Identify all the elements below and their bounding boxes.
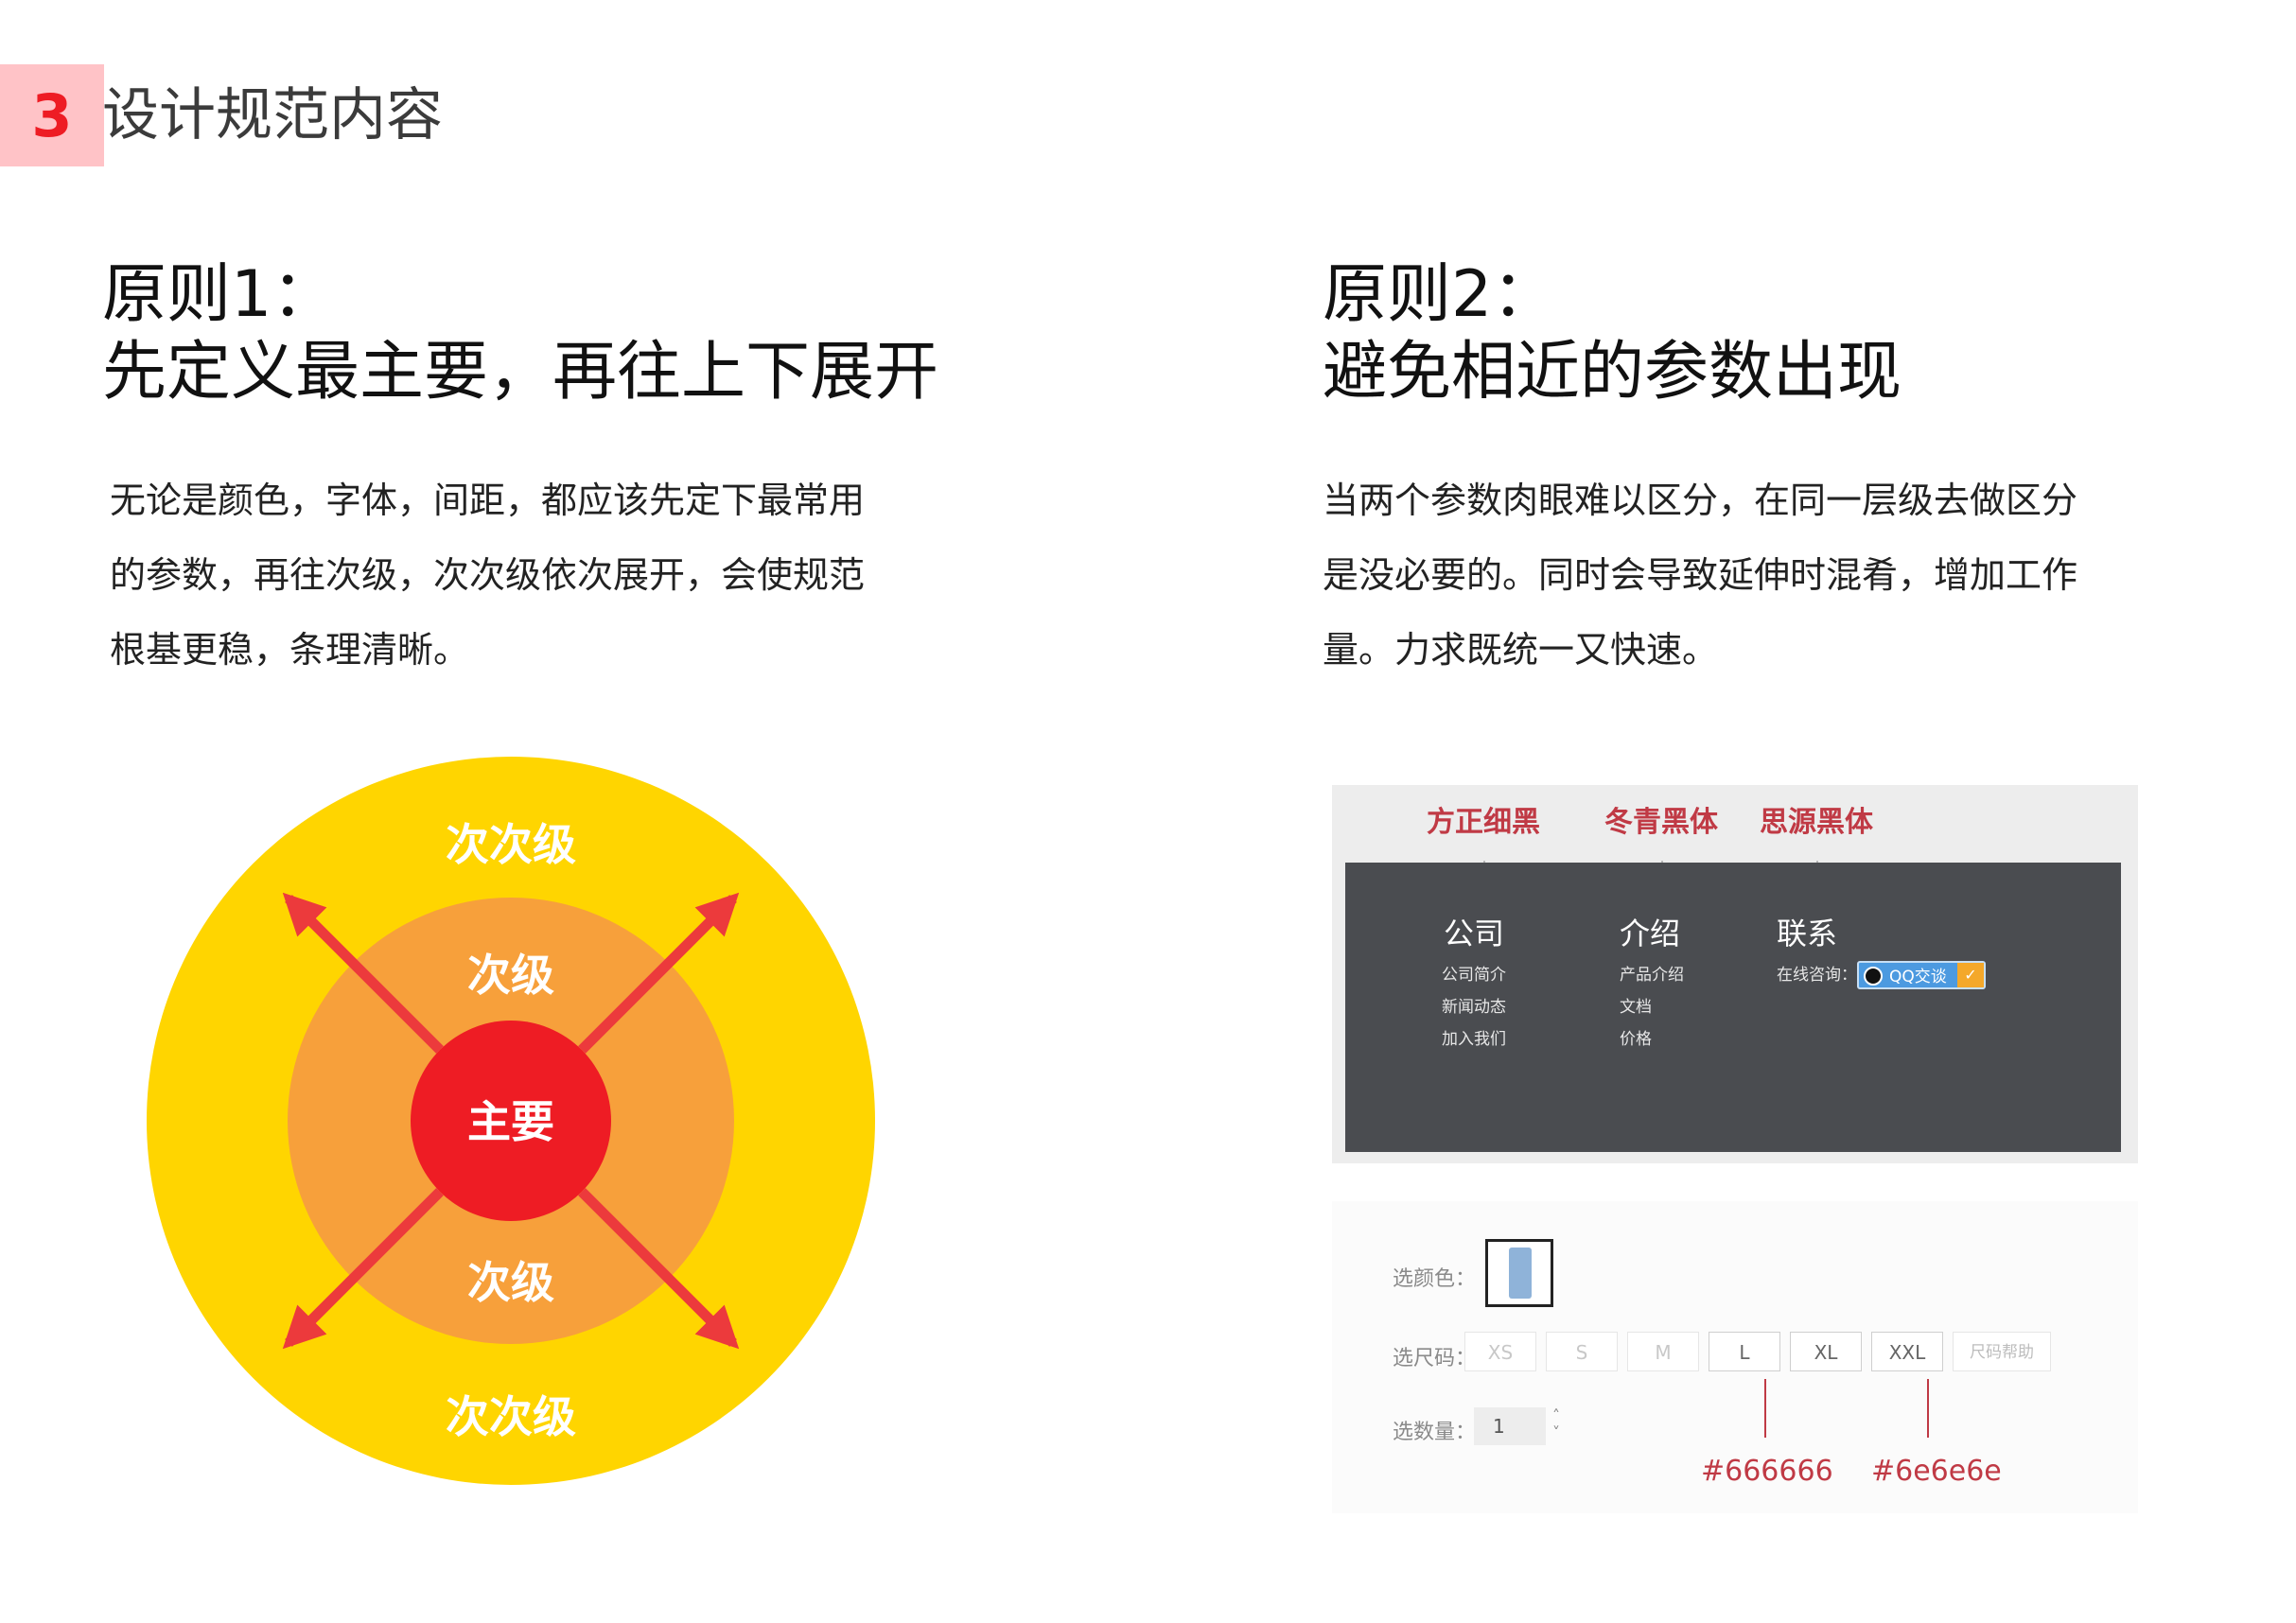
- label-center: 主要: [467, 1096, 554, 1147]
- pointer-line: [1764, 1379, 1766, 1438]
- principle2-title: 避免相近的参数出现: [1323, 335, 1902, 410]
- hex-label: #6e6e6e: [1871, 1455, 2002, 1488]
- product-options-mock: 选颜色： 选尺码： XS S M L XL XXL 尺码帮助 选数量： 1 ˄ …: [1332, 1201, 2138, 1513]
- priority-diagram: 次次级 次级 主要 次级 次次级: [147, 757, 875, 1485]
- qq-chat-label: QQ交谈: [1889, 968, 1947, 986]
- pointer-line: [1927, 1379, 1929, 1438]
- qq-chat-button[interactable]: QQ交谈 ✓: [1857, 961, 1986, 989]
- footer-link[interactable]: 公司简介: [1442, 961, 1506, 985]
- chevron-up-icon[interactable]: ˄: [1546, 1407, 1567, 1424]
- size-help-button[interactable]: 尺码帮助: [1953, 1332, 2051, 1371]
- principle2-paragraph: 当两个参数肉眼难以区分，在同一层级去做区分 是没必要的。同时会导致延伸时混肴，增…: [1323, 463, 2174, 688]
- column-title: 公司: [1444, 916, 1505, 951]
- quantity-label: 选数量：: [1393, 1421, 1477, 1444]
- size-label: 选尺码：: [1393, 1347, 1477, 1370]
- chevron-down-icon[interactable]: ˅: [1546, 1424, 1567, 1441]
- principle2-line: 当两个参数肉眼难以区分，在同一层级去做区分: [1323, 480, 2078, 521]
- footer-mock: 方正细黑 冬青黑体 思源黑体 公司 公司简介 新闻动态 加入我们 介绍 产品介绍…: [1332, 785, 2138, 1163]
- principle1-line: 无论是颜色，字体，间距，都应该先定下最常用: [110, 480, 866, 521]
- qq-icon: [1864, 967, 1883, 986]
- jeans-thumbnail: [1509, 1248, 1532, 1299]
- color-label: 选颜色：: [1393, 1267, 1477, 1291]
- footer-link[interactable]: 加入我们: [1442, 1025, 1506, 1049]
- footer-link[interactable]: 价格: [1620, 1025, 1652, 1049]
- principle2-line: 量。力求既统一又快速。: [1323, 629, 1719, 671]
- column-title: 介绍: [1620, 916, 1681, 951]
- footer-link[interactable]: 新闻动态: [1442, 993, 1506, 1017]
- footer-text: 在线咨询：: [1777, 966, 1857, 985]
- size-option[interactable]: L: [1709, 1332, 1780, 1371]
- principle2-label: 原则2：: [1323, 257, 1557, 332]
- color-swatch[interactable]: [1485, 1239, 1553, 1307]
- principle1-line: 的参数，再往次级，次次级依次展开，会使规范: [110, 554, 866, 596]
- font-label: 冬青黑体: [1604, 806, 1718, 839]
- size-option[interactable]: XS: [1464, 1332, 1536, 1371]
- principle1-label: 原则1：: [102, 257, 337, 332]
- size-option[interactable]: XL: [1790, 1332, 1862, 1371]
- label-outer-top: 次次级: [446, 819, 576, 870]
- section-title: 设计规范内容: [102, 82, 443, 148]
- size-option[interactable]: S: [1546, 1332, 1618, 1371]
- quantity-input[interactable]: 1: [1474, 1407, 1546, 1445]
- font-label: 方正细黑: [1427, 806, 1540, 839]
- principle1-line: 根基更稳，条理清晰。: [110, 629, 470, 671]
- section-number: 3: [0, 64, 104, 166]
- size-option[interactable]: M: [1627, 1332, 1699, 1371]
- font-label: 思源黑体: [1760, 806, 1873, 839]
- size-option[interactable]: XXL: [1871, 1332, 1943, 1371]
- principle1-title: 先定义最主要，再往上下展开: [102, 335, 939, 410]
- label-outer-bottom: 次次级: [446, 1391, 576, 1442]
- label-middle-bottom: 次级: [467, 1257, 554, 1308]
- footer-link[interactable]: 文档: [1620, 993, 1652, 1017]
- principle1-paragraph: 无论是颜色，字体，间距，都应该先定下最常用 的参数，再往次级，次次级依次展开，会…: [110, 463, 961, 688]
- footer-link[interactable]: 产品介绍: [1620, 961, 1684, 985]
- quantity-stepper[interactable]: ˄ ˅: [1546, 1407, 1567, 1445]
- column-title: 联系: [1777, 916, 1838, 951]
- label-middle-top: 次级: [467, 950, 554, 1001]
- principle2-line: 是没必要的。同时会导致延伸时混肴，增加工作: [1323, 554, 2078, 596]
- shield-icon: ✓: [1957, 963, 1984, 987]
- hex-label: #666666: [1701, 1455, 1833, 1488]
